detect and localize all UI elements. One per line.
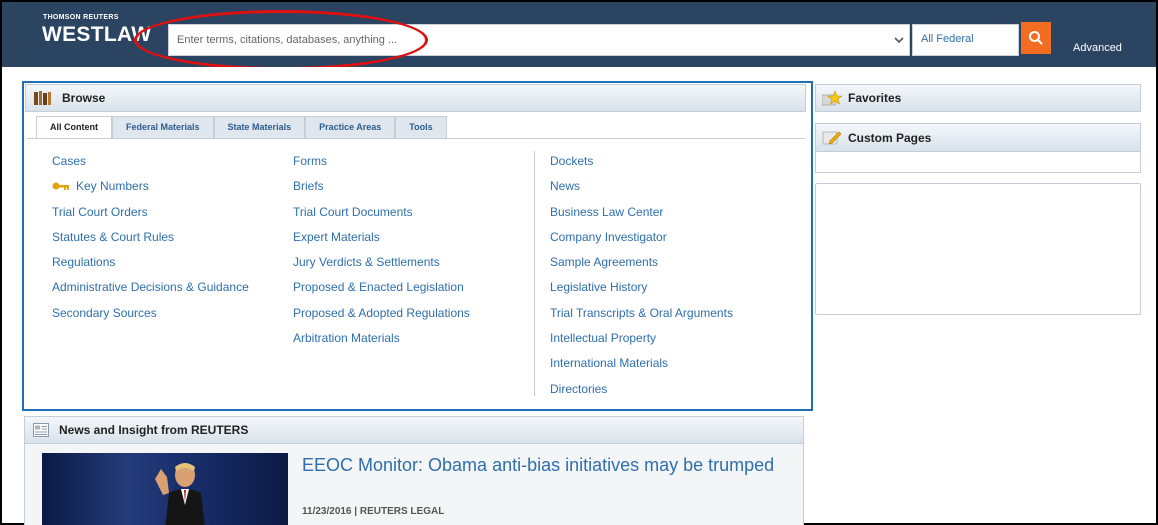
- advanced-search-link[interactable]: Advanced: [1073, 42, 1122, 54]
- link-business-law-center[interactable]: Business Law Center: [550, 205, 733, 230]
- link-news[interactable]: News: [550, 179, 733, 204]
- tab-state-materials[interactable]: State Materials: [213, 116, 306, 139]
- link-legislative-history[interactable]: Legislative History: [550, 280, 733, 305]
- news-item: EEOC Monitor: Obama anti-bias initiative…: [24, 444, 804, 525]
- news-section-title: News and Insight from REUTERS: [59, 423, 249, 437]
- link-statutes-court-rules[interactable]: Statutes & Court Rules: [52, 230, 249, 255]
- books-icon: [34, 91, 51, 105]
- search-bar: [168, 24, 910, 56]
- custom-pages-header[interactable]: Custom Pages: [816, 124, 1140, 152]
- link-proposed-enacted-legislation[interactable]: Proposed & Enacted Legislation: [293, 280, 470, 305]
- link-secondary-sources[interactable]: Secondary Sources: [52, 306, 249, 331]
- link-company-investigator[interactable]: Company Investigator: [550, 230, 733, 255]
- browse-panel: Browse All Content Federal Materials Sta…: [22, 81, 813, 411]
- link-jury-verdicts[interactable]: Jury Verdicts & Settlements: [293, 255, 470, 280]
- sidebar-empty-panel: [815, 183, 1141, 315]
- brand-top-label: THOMSON REUTERS: [43, 14, 119, 21]
- key-icon: [52, 182, 69, 191]
- link-trial-court-orders[interactable]: Trial Court Orders: [52, 205, 249, 230]
- custom-pages-title: Custom Pages: [848, 130, 932, 145]
- link-cases[interactable]: Cases: [52, 154, 249, 179]
- news-headline-link[interactable]: EEOC Monitor: Obama anti-bias initiative…: [302, 455, 792, 476]
- link-dockets[interactable]: Dockets: [550, 154, 733, 179]
- person-figure: [155, 463, 205, 525]
- link-intellectual-property[interactable]: Intellectual Property: [550, 331, 733, 356]
- link-international-materials[interactable]: International Materials: [550, 356, 733, 381]
- favorites-title: Favorites: [848, 91, 902, 105]
- search-button[interactable]: [1021, 22, 1051, 54]
- browse-title: Browse: [62, 91, 106, 105]
- news-panel: News and Insight from REUTERS EEOC Monit…: [24, 416, 804, 525]
- edit-page-icon: [822, 131, 842, 144]
- link-sample-agreements[interactable]: Sample Agreements: [550, 255, 733, 280]
- chevron-down-icon[interactable]: [892, 33, 906, 47]
- tab-tools[interactable]: Tools: [395, 116, 447, 139]
- favorites-header[interactable]: Favorites: [815, 84, 1141, 112]
- jurisdiction-selector[interactable]: All Federal: [912, 24, 1019, 56]
- news-meta: 11/23/2016 | REUTERS LEGAL: [302, 506, 445, 517]
- browse-tabs: All Content Federal Materials State Mate…: [36, 116, 447, 140]
- browse-column-1: Cases Key Numbers Trial Court Orders Sta…: [52, 154, 249, 331]
- browse-column-3: Dockets News Business Law Center Company…: [550, 154, 733, 407]
- tab-all-content[interactable]: All Content: [36, 116, 112, 140]
- search-input[interactable]: [177, 25, 717, 55]
- newspaper-icon: [33, 423, 49, 437]
- link-proposed-adopted-regulations[interactable]: Proposed & Adopted Regulations: [293, 306, 470, 331]
- link-arbitration-materials[interactable]: Arbitration Materials: [293, 331, 470, 356]
- tab-practice-areas[interactable]: Practice Areas: [305, 116, 396, 139]
- link-key-numbers[interactable]: Key Numbers: [52, 179, 249, 204]
- link-trial-transcripts[interactable]: Trial Transcripts & Oral Arguments: [550, 306, 733, 331]
- westlaw-logo[interactable]: WESTLAW: [42, 23, 151, 47]
- link-directories[interactable]: Directories: [550, 382, 733, 407]
- favorites-panel: Favorites: [815, 84, 1141, 112]
- browse-content: Cases Key Numbers Trial Court Orders Sta…: [27, 139, 805, 405]
- custom-pages-panel: Custom Pages: [815, 123, 1141, 173]
- link-forms[interactable]: Forms: [293, 154, 470, 179]
- link-trial-court-documents[interactable]: Trial Court Documents: [293, 205, 470, 230]
- top-header: THOMSON REUTERS WESTLAW All Federal Adva…: [2, 2, 1156, 67]
- news-header: News and Insight from REUTERS: [24, 416, 804, 444]
- browse-header: Browse: [25, 84, 806, 112]
- tab-federal-materials[interactable]: Federal Materials: [112, 116, 214, 139]
- column-divider: [534, 151, 535, 396]
- browse-column-2: Forms Briefs Trial Court Documents Exper…: [293, 154, 470, 356]
- search-icon: [1029, 31, 1043, 45]
- link-regulations[interactable]: Regulations: [52, 255, 249, 280]
- link-expert-materials[interactable]: Expert Materials: [293, 230, 470, 255]
- link-administrative-decisions[interactable]: Administrative Decisions & Guidance: [52, 280, 249, 305]
- link-briefs[interactable]: Briefs: [293, 179, 470, 204]
- link-key-numbers-label: Key Numbers: [76, 179, 149, 194]
- star-icon: [822, 90, 842, 106]
- news-photo[interactable]: [42, 453, 288, 525]
